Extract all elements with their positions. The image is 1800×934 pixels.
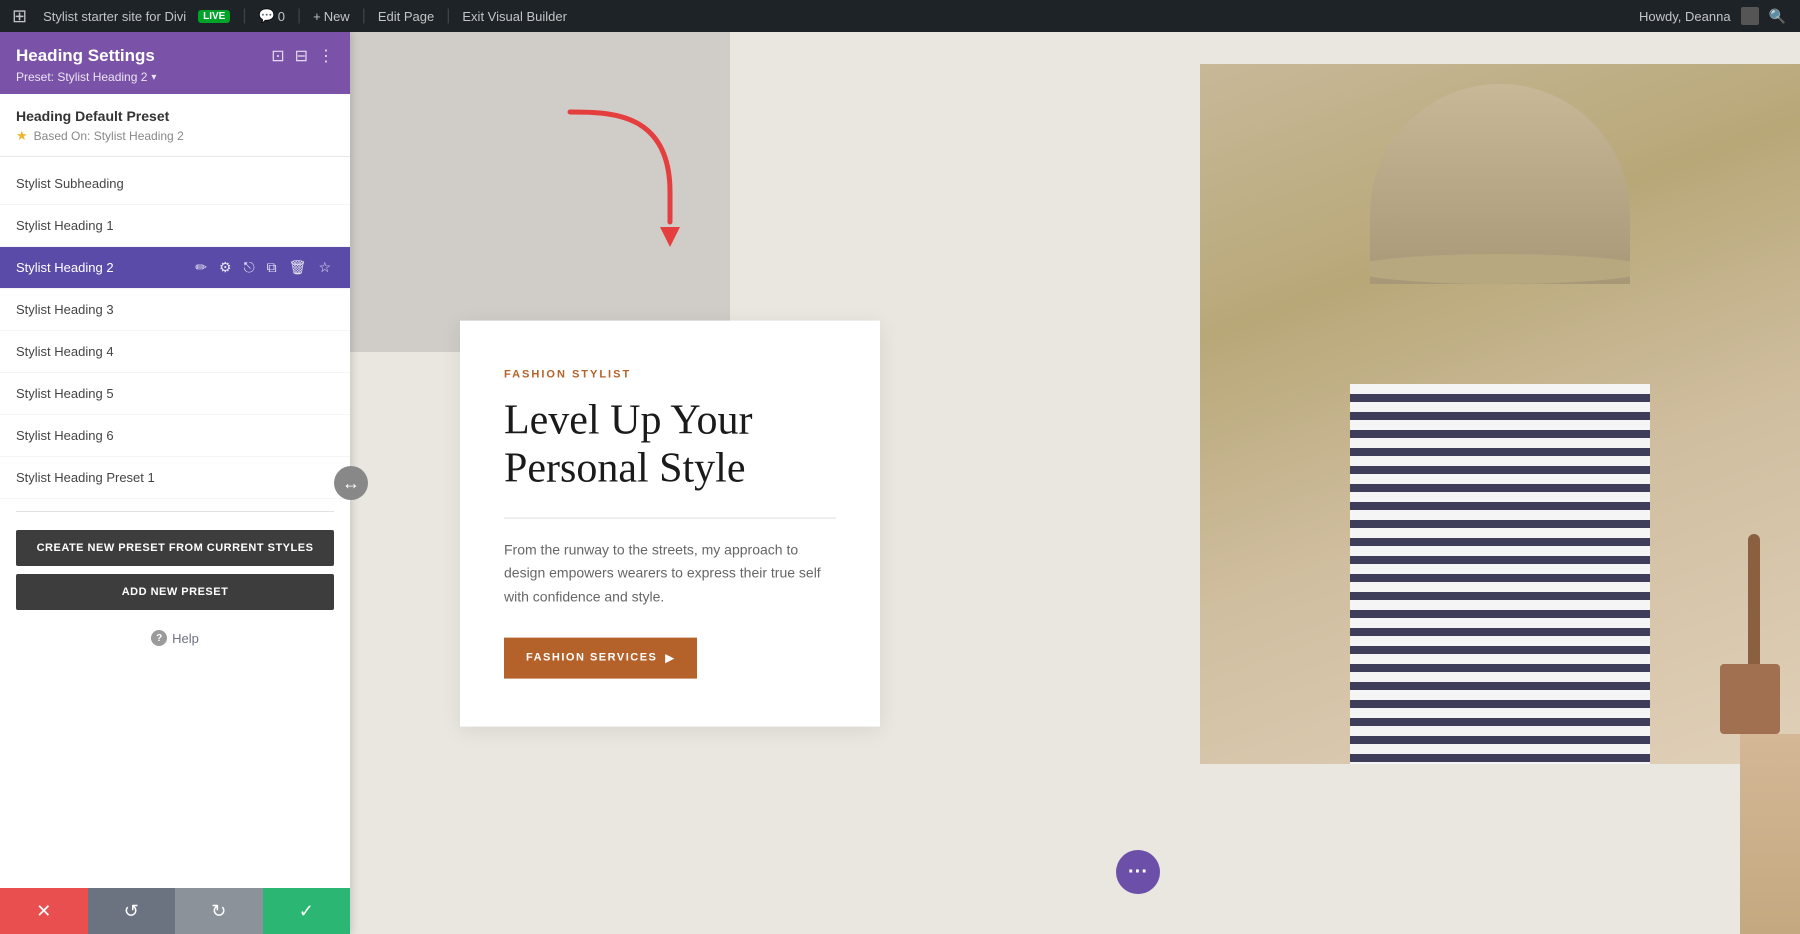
preset-item-name: Stylist Heading 1 — [16, 218, 316, 233]
panel-title: Heading Settings — [16, 46, 155, 66]
more-options-icon[interactable]: ⋮ — [318, 46, 334, 66]
based-on-text: Based On: Stylist Heading 2 — [34, 129, 184, 143]
preset-list: Stylist Subheading ⋮ Stylist Heading 1 ⋮… — [0, 157, 350, 505]
admin-bar-left: ⊞ Stylist starter site for Divi Live | 💬… — [0, 6, 1625, 27]
admin-bar-right: Howdy, Deanna 🔍 — [1625, 7, 1800, 25]
left-panel: Heading Settings ⊡ ⊟ ⋮ Preset: Stylist H… — [0, 32, 350, 934]
separator: | — [242, 7, 246, 25]
heading-default-section: Heading Default Preset ★ Based On: Styli… — [0, 94, 350, 157]
redo-icon: ↻ — [211, 901, 226, 922]
preset-item-name: Stylist Heading 2 — [16, 260, 192, 275]
search-icon[interactable]: 🔍 — [1769, 8, 1786, 25]
columns-icon[interactable]: ⊟ — [295, 46, 308, 66]
undo-button[interactable]: ↺ — [88, 888, 176, 934]
separator: | — [297, 7, 301, 25]
undo-icon: ↺ — [124, 901, 139, 922]
heading-default-title: Heading Default Preset — [16, 108, 334, 124]
preset-item-heading5[interactable]: Stylist Heading 5 ⋮ — [0, 373, 350, 415]
panel-help: ? Help — [0, 622, 350, 660]
preset-item-name: Stylist Heading 5 — [16, 386, 316, 401]
preset-item-heading6[interactable]: Stylist Heading 6 ⋮ — [0, 415, 350, 457]
preset-item-heading2[interactable]: Stylist Heading 2 ✏ ⚙ ⎋ ⧉ 🗑 ☆ — [0, 247, 350, 289]
separator: | — [362, 7, 366, 25]
admin-bar: ⊞ Stylist starter site for Divi Live | 💬… — [0, 0, 1800, 32]
link-icon[interactable]: ⎋ — [241, 257, 258, 278]
preset-item-heading1[interactable]: Stylist Heading 1 ⋮ — [0, 205, 350, 247]
preset-label-text: Preset: Stylist Heading 2 — [16, 70, 147, 84]
gray-decorative-box — [350, 32, 730, 352]
edit-icon[interactable]: ✏ — [192, 257, 210, 278]
hero-image — [1200, 64, 1800, 764]
panel-header-top: Heading Settings ⊡ ⊟ ⋮ — [16, 46, 334, 66]
exit-visual-builder-button[interactable]: Exit Visual Builder — [462, 9, 567, 24]
preset-item-heading-preset1[interactable]: Stylist Heading Preset 1 ⋮ — [0, 457, 350, 499]
star-icon: ★ — [16, 128, 28, 144]
right-content: FASHION STYLIST Level Up Your Personal S… — [350, 32, 1800, 934]
settings-icon[interactable]: ⚙ — [216, 257, 235, 278]
panel-buttons: CREATE NEW PRESET FROM CURRENT STYLES AD… — [0, 518, 350, 622]
bottom-toolbar: ✕ ↺ ↻ ✓ — [0, 888, 350, 934]
panel-header: Heading Settings ⊡ ⊟ ⋮ Preset: Stylist H… — [0, 32, 350, 94]
comment-icon: 💬 — [259, 8, 275, 24]
preset-label[interactable]: Preset: Stylist Heading 2 ▾ — [16, 70, 334, 84]
arrow-icon: ▶ — [665, 652, 675, 665]
purple-options-button[interactable]: ··· — [1116, 850, 1160, 894]
preset-item-subheading[interactable]: Stylist Subheading ⋮ — [0, 163, 350, 205]
expand-icon[interactable]: ⊡ — [271, 46, 284, 66]
live-badge: Live — [198, 10, 230, 23]
duplicate-icon[interactable]: ⧉ — [264, 257, 280, 278]
comment-count[interactable]: 💬 0 — [259, 8, 285, 24]
save-icon: ✓ — [299, 901, 314, 922]
help-label: Help — [172, 631, 199, 646]
redo-button[interactable]: ↻ — [175, 888, 263, 934]
card-tag: FASHION STYLIST — [504, 369, 836, 381]
separator: | — [446, 7, 450, 25]
preset-item-name: Stylist Heading Preset 1 — [16, 470, 316, 485]
site-name: Stylist starter site for Divi — [43, 9, 186, 24]
card-headline: Level Up Your Personal Style — [504, 397, 836, 494]
panel-header-icons: ⊡ ⊟ ⋮ — [271, 46, 334, 66]
create-preset-button[interactable]: CREATE NEW PRESET FROM CURRENT STYLES — [16, 530, 334, 566]
preset-item-heading4[interactable]: Stylist Heading 4 ⋮ — [0, 331, 350, 373]
dots-icon: ··· — [1128, 861, 1148, 884]
help-link[interactable]: ? Help — [151, 630, 199, 646]
based-on-row: ★ Based On: Stylist Heading 2 — [16, 128, 334, 144]
preset-item-name: Stylist Heading 4 — [16, 344, 316, 359]
preset-item-heading3[interactable]: Stylist Heading 3 ⋮ — [0, 289, 350, 331]
page-background: FASHION STYLIST Level Up Your Personal S… — [350, 32, 1800, 934]
howdy-text: Howdy, Deanna — [1639, 9, 1731, 24]
cta-button[interactable]: FASHION SERVICES ▶ — [504, 638, 697, 679]
cta-label: FASHION SERVICES — [526, 652, 657, 664]
preset-item-actions: ✏ ⚙ ⎋ ⧉ 🗑 ☆ — [192, 257, 334, 278]
preset-item-name: Stylist Heading 3 — [16, 302, 316, 317]
resize-handle[interactable]: ↔ — [334, 466, 368, 500]
star-icon[interactable]: ☆ — [315, 257, 334, 278]
wordpress-logo-icon: ⊞ — [12, 6, 27, 27]
chevron-down-icon: ▾ — [151, 72, 156, 83]
hero-card: FASHION STYLIST Level Up Your Personal S… — [460, 321, 880, 727]
plus-icon: + — [313, 9, 321, 24]
save-button[interactable]: ✓ — [263, 888, 351, 934]
preset-item-name: Stylist Subheading — [16, 176, 316, 191]
delete-icon[interactable]: 🗑 — [286, 257, 310, 278]
close-button[interactable]: ✕ — [0, 888, 88, 934]
right-edge-decoration — [1740, 734, 1800, 934]
help-icon: ? — [151, 630, 167, 646]
divider — [16, 511, 334, 512]
preset-item-name: Stylist Heading 6 — [16, 428, 316, 443]
card-body: From the runway to the streets, my appro… — [504, 538, 836, 609]
edit-page-button[interactable]: Edit Page — [378, 9, 434, 24]
main-layout: Heading Settings ⊡ ⊟ ⋮ Preset: Stylist H… — [0, 0, 1800, 934]
card-divider — [504, 517, 836, 518]
hero-image-inner — [1200, 64, 1800, 764]
new-button[interactable]: + New — [313, 9, 350, 24]
add-new-preset-button[interactable]: ADD NEW PRESET — [16, 574, 334, 610]
close-icon: ✕ — [36, 901, 51, 922]
panel-content: Heading Default Preset ★ Based On: Styli… — [0, 94, 350, 934]
user-avatar — [1741, 7, 1759, 25]
